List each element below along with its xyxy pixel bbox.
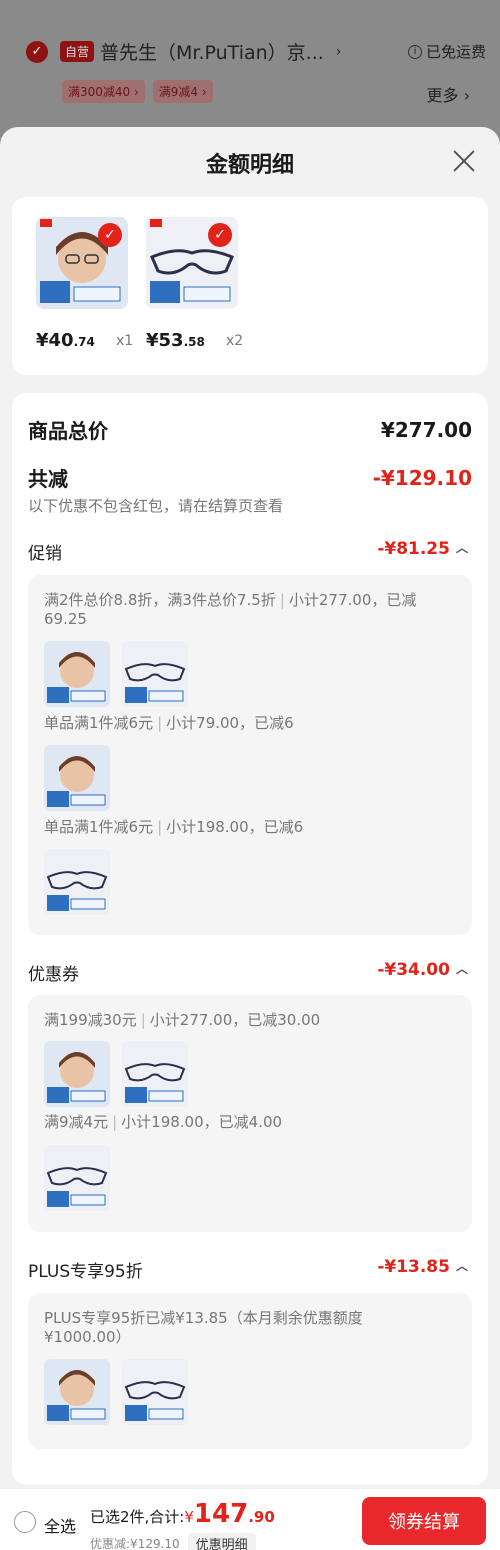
- total-row: 商品总价 ¥277.00: [28, 415, 472, 444]
- product-quantity: x1: [116, 333, 134, 349]
- promo-detail-box: 满2件总价8.8折，满3件总价7.5折 | 小计277.00，已减 69.25 单品满…: [28, 575, 472, 935]
- promo-label: 促销: [28, 544, 62, 564]
- product-thumbnail[interactable]: [44, 1359, 110, 1425]
- promo-line: 单品满1件减6元 | 小计198.00，已减6: [44, 818, 304, 836]
- product-thumbnail[interactable]: [44, 1041, 110, 1107]
- discount-note: 以下优惠不包含红包，请在结算页查看: [28, 497, 284, 515]
- shipping-info[interactable]: i 已免运费: [407, 41, 486, 62]
- store-row: ✓ 自营 普先生（Mr.PuTian）京... › i 已免运费: [26, 38, 486, 65]
- background-store-header: ✓ 自营 普先生（Mr.PuTian）京... › i 已免运费 满300减40…: [0, 0, 500, 140]
- coupon-line: 满9减4元 | 小计198.00，已减4.00: [44, 1113, 283, 1131]
- product-thumbnail[interactable]: [44, 745, 110, 811]
- discount-label: 共减: [28, 467, 68, 491]
- promo-tag[interactable]: 满9减4 ›: [152, 80, 213, 103]
- product-thumbnail[interactable]: [44, 849, 110, 915]
- check-icon: ✓: [98, 223, 122, 247]
- select-all-label[interactable]: 全选: [44, 1513, 76, 1537]
- total-value: ¥277.00: [380, 417, 472, 442]
- product-price: ¥53.58: [146, 330, 205, 351]
- product-thumbnail[interactable]: [122, 641, 188, 707]
- discount-value: -¥129.10: [372, 465, 472, 490]
- chevron-up-icon: ︿: [455, 962, 468, 976]
- product-thumbnail[interactable]: [44, 641, 110, 707]
- amount-detail-sheet: 金额明细 ✓ ¥40.74 x1 ✓ ¥53.58 x2 商品总价 ¥277.0…: [0, 127, 500, 1550]
- coupon-label: 优惠券: [28, 965, 79, 985]
- promo-value[interactable]: -¥81.25 ︿: [377, 539, 468, 559]
- self-operated-badge: 自营: [60, 41, 95, 62]
- promo-line: 满2件总价8.8折，满3件总价7.5折 | 小计277.00，已减 69.25: [44, 591, 417, 628]
- store-check-icon[interactable]: ✓: [26, 40, 48, 63]
- more-link[interactable]: 更多 ›: [427, 82, 471, 106]
- plus-line: PLUS专享95折已减¥13.85（本月剩余优惠额度 ¥1000.00）: [44, 1309, 363, 1346]
- info-icon: i: [407, 44, 422, 59]
- promo-line: 单品满1件减6元 | 小计79.00，已减6: [44, 714, 294, 732]
- selected-products-card: ✓ ¥40.74 x1 ✓ ¥53.58 x2: [12, 197, 488, 375]
- product-price: ¥40.74: [36, 330, 95, 351]
- product-quantity: x2: [226, 333, 244, 349]
- shipping-text: 已免运费: [425, 43, 486, 61]
- promo-tag[interactable]: 满300减40 ›: [62, 80, 145, 103]
- product-item[interactable]: ✓ ¥53.58 x2: [146, 217, 243, 351]
- check-icon: ✓: [208, 223, 232, 247]
- product-thumbnail[interactable]: [44, 1145, 110, 1211]
- discount-row: 共减 -¥129.10: [28, 463, 472, 492]
- store-name[interactable]: 普先生（Mr.PuTian）京...: [100, 38, 324, 65]
- total-label: 商品总价: [28, 419, 108, 443]
- chevron-up-icon: ︿: [455, 541, 468, 555]
- product-thumbnail[interactable]: [122, 1041, 188, 1107]
- select-all-radio[interactable]: [14, 1511, 36, 1533]
- plus-detail-box: PLUS专享95折已减¥13.85（本月剩余优惠额度 ¥1000.00）: [28, 1293, 472, 1449]
- coupon-detail-box: 满199减30元 | 小计277.00，已减30.00 满9减4元 | 小计198.00…: [28, 995, 472, 1232]
- promo-tags: 满300减40 › 满9减4 ›: [62, 80, 213, 103]
- discount-summary: 优惠减:¥129.10 优惠明细: [90, 1533, 256, 1550]
- coupon-line: 满199减30元 | 小计277.00，已减30.00: [44, 1011, 321, 1029]
- discount-detail-button[interactable]: 优惠明细: [187, 1533, 256, 1550]
- plus-value[interactable]: -¥13.85 ︿: [377, 1257, 468, 1277]
- store-arrow-icon[interactable]: ›: [336, 44, 342, 60]
- discount-amount: 优惠减:¥129.10: [90, 1537, 180, 1550]
- product-image[interactable]: ✓: [36, 217, 128, 309]
- sheet-title: 金额明细: [205, 153, 294, 178]
- total-summary: 已选2件,合计:¥147.90: [90, 1499, 275, 1529]
- product-image[interactable]: ✓: [146, 217, 238, 309]
- product-item[interactable]: ✓ ¥40.74 x1: [36, 217, 133, 351]
- plus-label: PLUS专享95折: [28, 1262, 143, 1282]
- close-icon[interactable]: [452, 149, 476, 173]
- checkout-bar: 全选 已选2件,合计:¥147.90 优惠减:¥129.10 优惠明细 领券结算: [0, 1488, 500, 1550]
- checkout-button[interactable]: 领券结算: [362, 1497, 486, 1545]
- coupon-value[interactable]: -¥34.00 ︿: [377, 960, 468, 980]
- discount-detail-card: 商品总价 ¥277.00 共减 -¥129.10 以下优惠不包含红包，请在结算页…: [12, 393, 488, 1485]
- chevron-up-icon: ︿: [455, 1259, 468, 1273]
- product-thumbnail[interactable]: [122, 1359, 188, 1425]
